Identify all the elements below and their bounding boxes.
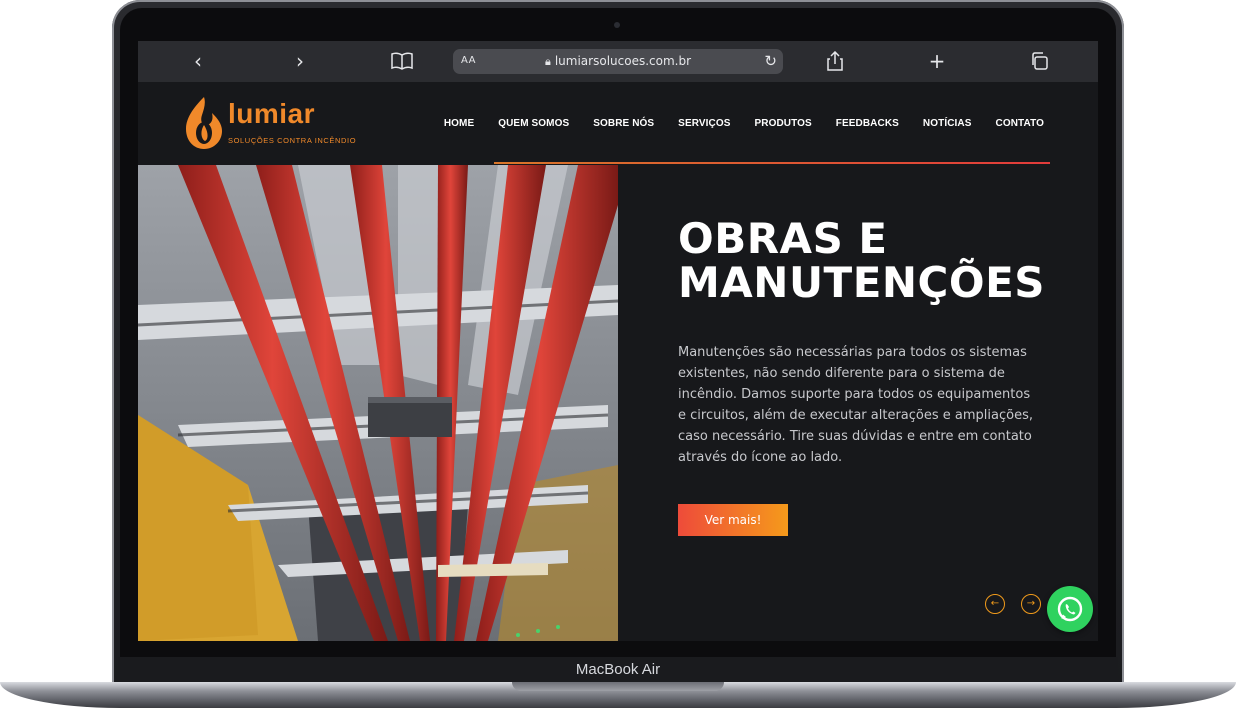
site-header: lumiar SOLUÇÕES CONTRA INCÊNDIO HOME QUE… (138, 82, 1098, 165)
main-nav: HOME QUEM SOMOS SOBRE NÓS SERVIÇOS PRODU… (444, 118, 1044, 129)
device-label: MacBook Air (575, 661, 661, 678)
browser-toolbar: ‹ › AA 🔒︎ lumiarsolucoes.com.br ↻ + (138, 41, 1098, 82)
nav-item-contato[interactable]: CONTATO (996, 118, 1044, 129)
camera (614, 22, 620, 28)
hero-description: Manutenções são necessárias para todos o… (678, 345, 1033, 465)
nav-item-noticias[interactable]: NOTÍCIAS (923, 118, 972, 129)
nav-item-quem-somos[interactable]: QUEM SOMOS (498, 118, 569, 129)
whatsapp-icon (1057, 596, 1083, 622)
logo[interactable]: lumiar SOLUÇÕES CONTRA INCÊNDIO (184, 92, 357, 152)
nav-item-produtos[interactable]: PRODUTOS (754, 118, 811, 129)
whatsapp-button[interactable] (1047, 586, 1093, 632)
chevron-right-icon[interactable]: › (290, 50, 310, 72)
reload-icon[interactable]: ↻ (764, 52, 777, 70)
url-text: lumiarsolucoes.com.br (554, 54, 692, 68)
hero-image (138, 165, 618, 641)
address-bar[interactable]: AA 🔒︎ lumiarsolucoes.com.br ↻ (453, 49, 783, 74)
share-icon[interactable] (824, 50, 846, 72)
logo-name: lumiar (228, 98, 316, 129)
tabs-icon[interactable] (1028, 50, 1050, 72)
ver-mais-button[interactable]: Ver mais! (678, 504, 788, 536)
plus-icon[interactable]: + (926, 50, 948, 72)
lock-icon: 🔒︎ (544, 55, 551, 68)
screen: ‹ › AA 🔒︎ lumiarsolucoes.com.br ↻ + lumia… (138, 41, 1098, 641)
arrow-left-icon[interactable]: ← (985, 594, 1005, 614)
arrow-right-icon[interactable]: → (1021, 594, 1041, 614)
hero-title: OBRAS E MANUTENÇÕES (678, 214, 1046, 307)
nav-item-home[interactable]: HOME (444, 118, 474, 129)
nav-item-feedbacks[interactable]: FEEDBACKS (836, 118, 899, 129)
logo-tagline: SOLUÇÕES CONTRA INCÊNDIO (228, 136, 357, 145)
nav-underline (494, 162, 1050, 164)
nav-item-servicos[interactable]: SERVIÇOS (678, 118, 730, 129)
flame-icon (186, 97, 222, 149)
book-icon[interactable] (390, 50, 414, 72)
nav-item-sobre-nos[interactable]: SOBRE NÓS (593, 118, 654, 129)
laptop-notch (512, 682, 724, 691)
hero-content: OBRAS E MANUTENÇÕES Manutenções são nece… (678, 165, 1058, 641)
chevron-left-icon[interactable]: ‹ (188, 50, 208, 72)
